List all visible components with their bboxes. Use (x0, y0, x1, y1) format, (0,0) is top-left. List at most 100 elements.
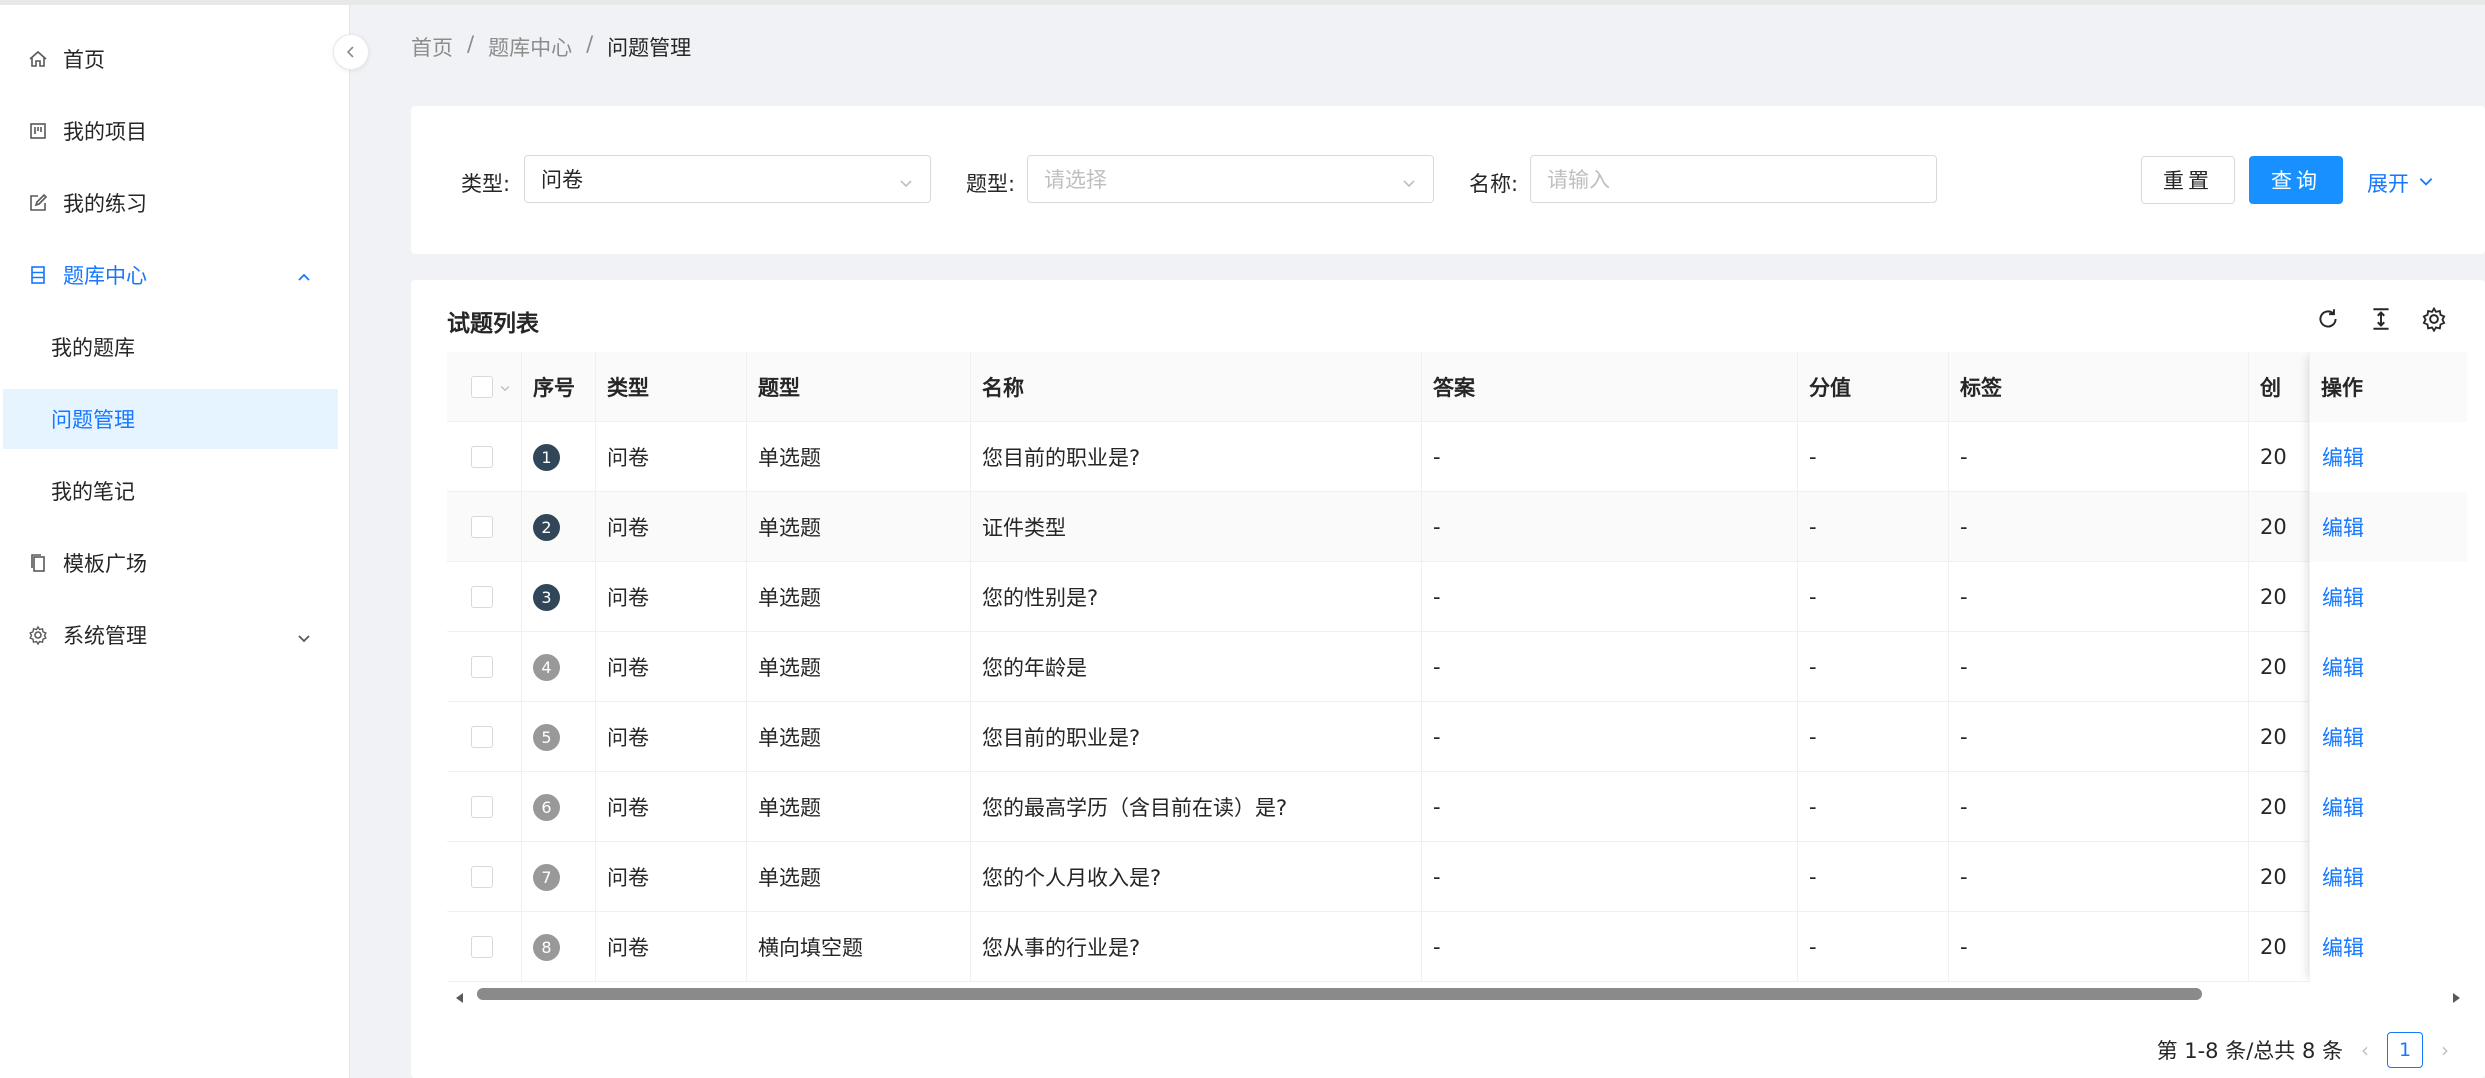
scroll-right-icon[interactable] (2449, 986, 2463, 1010)
index-badge: 5 (533, 723, 560, 751)
next-page-icon[interactable]: › (2441, 1038, 2449, 1062)
row-checkbox[interactable] (471, 656, 493, 678)
row-checkbox[interactable] (471, 866, 493, 888)
edit-icon (27, 192, 49, 214)
column-header-index: 序号 (521, 352, 595, 422)
edit-link[interactable]: 编辑 (2322, 652, 2364, 682)
cell-answer: - (1421, 492, 1797, 562)
edit-link[interactable]: 编辑 (2322, 792, 2364, 822)
prev-page-icon[interactable]: ‹ (2361, 1038, 2369, 1062)
edit-link[interactable]: 编辑 (2322, 442, 2364, 472)
scroll-left-icon[interactable] (453, 986, 467, 1010)
type-filter-label: 类型: (461, 172, 511, 196)
cell-created: 20 (2248, 492, 2309, 562)
cell-score: - (1797, 562, 1948, 632)
cell-created: 20 (2248, 842, 2309, 912)
row-checkbox[interactable] (471, 586, 493, 608)
edit-link[interactable]: 编辑 (2322, 582, 2364, 612)
questions-table: 序号 类型 题型 名称 答案 分值 标签 创 操作 1 问卷 单选题 您目前的职业是?… (447, 352, 2467, 982)
cell-select (459, 702, 521, 772)
cell-name: 证件类型 (970, 492, 1421, 562)
sidebar-item-practice[interactable]: 我的练习 (3, 173, 338, 233)
type-select[interactable]: 问卷 (524, 155, 931, 203)
sidebar-item-projects[interactable]: 我的项目 (3, 101, 338, 161)
breadcrumb-question-bank[interactable]: 题库中心 (488, 32, 572, 62)
reset-button-label: 重置 (2163, 169, 2213, 193)
row-checkbox[interactable] (471, 726, 493, 748)
cell-select (459, 912, 521, 982)
index-badge: 3 (533, 583, 560, 611)
scrollbar-thumb[interactable] (477, 988, 2202, 1000)
question-type-placeholder: 请选择 (1044, 168, 1107, 192)
sidebar-item-label: 题库中心 (63, 264, 147, 288)
top-border (0, 0, 2485, 5)
density-icon[interactable] (2366, 304, 2396, 334)
edit-link[interactable]: 编辑 (2322, 862, 2364, 892)
cell-score: - (1797, 772, 1948, 842)
breadcrumb-separator: / (586, 32, 594, 56)
column-header-type: 类型 (595, 352, 746, 422)
reset-button[interactable]: 重置 (2141, 156, 2235, 204)
refresh-icon[interactable] (2313, 304, 2343, 334)
sidebar-item-system[interactable]: 系统管理 (3, 605, 338, 665)
cell-question-type: 单选题 (746, 492, 970, 562)
cell-tags: - (1948, 632, 2248, 702)
cell-question-type: 单选题 (746, 772, 970, 842)
breadcrumb-home[interactable]: 首页 (411, 32, 453, 62)
pagination: 第 1-8 条/总共 8 条 ‹ 1 › (2157, 1032, 2449, 1068)
cell-question-type: 单选题 (746, 562, 970, 632)
row-checkbox[interactable] (471, 796, 493, 818)
cell-select (459, 632, 521, 702)
chevron-down-icon[interactable] (499, 375, 511, 399)
edit-link[interactable]: 编辑 (2322, 722, 2364, 752)
horizontal-scrollbar[interactable] (447, 982, 2467, 1004)
cell-actions: 编辑 (2309, 702, 2467, 772)
cell-tags: - (1948, 772, 2248, 842)
select-all-checkbox[interactable] (471, 376, 493, 398)
cell-created: 20 (2248, 702, 2309, 772)
name-input[interactable]: 请输入 (1530, 155, 1937, 203)
row-checkbox[interactable] (471, 936, 493, 958)
sidebar-item-question-bank[interactable]: 题库中心 (3, 245, 338, 305)
edit-link[interactable]: 编辑 (2322, 932, 2364, 962)
query-button[interactable]: 查询 (2249, 156, 2343, 204)
sidebar-subitem-my-notes[interactable]: 我的笔记 (3, 461, 338, 521)
cell-created: 20 (2248, 772, 2309, 842)
edit-link[interactable]: 编辑 (2322, 512, 2364, 542)
row-checkbox[interactable] (471, 516, 493, 538)
cell-score: - (1797, 702, 1948, 772)
question-type-select[interactable]: 请选择 (1027, 155, 1434, 203)
sidebar-item-templates[interactable]: 模板广场 (3, 533, 338, 593)
sidebar-subitem-question-management[interactable]: 问题管理 (3, 389, 338, 449)
cell-answer: - (1421, 912, 1797, 982)
panel-title: 试题列表 (447, 311, 539, 337)
expand-filters-link[interactable]: 展开 (2367, 168, 2435, 198)
index-badge: 2 (533, 513, 560, 541)
cell-actions: 编辑 (2309, 772, 2467, 842)
sidebar-subitem-my-bank[interactable]: 我的题库 (3, 317, 338, 377)
sidebar-item-home[interactable]: 首页 (3, 29, 338, 89)
sidebar-item-label: 系统管理 (63, 624, 147, 648)
cell-question-type: 单选题 (746, 422, 970, 492)
sidebar-collapse-button[interactable] (333, 34, 369, 70)
type-select-value: 问卷 (541, 168, 583, 192)
column-header-question-type: 题型 (746, 352, 970, 422)
chevron-down-icon (296, 627, 312, 651)
sidebar-item-label: 首页 (63, 48, 105, 72)
chevron-down-icon (898, 172, 914, 196)
settings-icon[interactable] (2419, 304, 2449, 334)
name-input-placeholder: 请输入 (1547, 168, 1610, 192)
cell-score: - (1797, 842, 1948, 912)
cell-name: 您的性别是? (970, 562, 1421, 632)
table-row: 2 问卷 单选题 证件类型 - - -20 编辑 (447, 492, 2467, 562)
index-badge: 6 (533, 793, 560, 821)
cell-type: 问卷 (595, 492, 746, 562)
cell-tags: - (1948, 842, 2248, 912)
cell-type: 问卷 (595, 422, 746, 492)
row-checkbox[interactable] (471, 446, 493, 468)
page-number-button[interactable]: 1 (2387, 1032, 2423, 1068)
index-badge: 4 (533, 653, 560, 681)
breadcrumb-separator: / (467, 32, 475, 56)
pagination-summary: 第 1-8 条/总共 8 条 (2156, 1039, 2343, 1063)
cell-score: - (1797, 632, 1948, 702)
